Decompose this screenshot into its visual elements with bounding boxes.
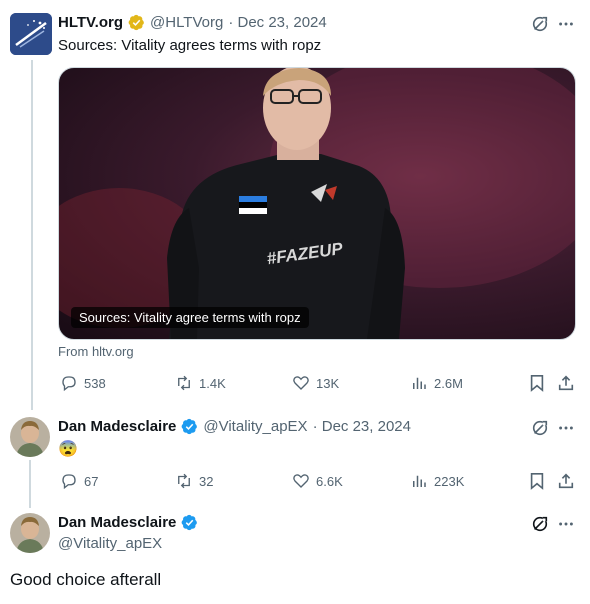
- bookmark-button[interactable]: [527, 471, 547, 491]
- bookmark-icon: [530, 374, 544, 392]
- views-button[interactable]: 223K: [410, 472, 464, 490]
- share-icon: [558, 473, 574, 489]
- dan-avatar[interactable]: [10, 513, 50, 553]
- reply-button[interactable]: 538: [60, 374, 106, 392]
- tweet2-text: 😨: [58, 441, 78, 458]
- like-button[interactable]: 13K: [292, 374, 339, 392]
- like-button[interactable]: 6.6K: [292, 472, 343, 490]
- card-caption: Sources: Vitality agree terms with ropz: [71, 307, 309, 328]
- bookmark-button[interactable]: [527, 373, 547, 393]
- gold-verified-icon: [128, 14, 145, 31]
- more-options-icon[interactable]: [556, 14, 576, 34]
- author-handle[interactable]: @HLTVorg: [150, 14, 223, 31]
- reply-icon: [62, 376, 76, 392]
- grok-icon[interactable]: [530, 418, 550, 438]
- thread-line-2: [29, 460, 31, 508]
- author-name[interactable]: Dan Madesclaire: [58, 514, 176, 531]
- views-icon: [413, 475, 426, 487]
- grok-icon[interactable]: [530, 514, 550, 534]
- tweet-date[interactable]: · Dec 23, 2024: [313, 418, 411, 435]
- author-handle[interactable]: @Vitality_apEX: [203, 418, 307, 435]
- repost-button[interactable]: 32: [175, 472, 213, 490]
- grok-icon[interactable]: [530, 14, 550, 34]
- thread-line: [31, 60, 33, 410]
- card-source[interactable]: From hltv.org: [58, 344, 134, 359]
- tweet1-text: Sources: Vitality agrees terms with ropz: [58, 37, 322, 54]
- repost-count: 32: [199, 473, 214, 489]
- dan-avatar[interactable]: [10, 417, 50, 457]
- heart-icon: [293, 474, 309, 488]
- tweet2-header: Dan Madesclaire @Vitality_apEX · Dec 23,…: [58, 418, 411, 435]
- like-count: 13K: [316, 375, 340, 391]
- tweet3-header: Dan Madesclaire: [58, 514, 198, 531]
- hltv-avatar[interactable]: [10, 13, 52, 55]
- repost-button[interactable]: 1.4K: [175, 374, 226, 392]
- card-image: #FAZEUP: [59, 68, 575, 339]
- author-handle[interactable]: @Vitality_apEX: [58, 535, 162, 552]
- blue-verified-icon: [181, 418, 198, 435]
- blue-verified-icon: [181, 514, 198, 531]
- share-button[interactable]: [556, 471, 576, 491]
- repost-count: 1.4K: [199, 375, 226, 391]
- reply-count: 538: [84, 375, 106, 391]
- views-count: 223K: [434, 473, 465, 489]
- author-name[interactable]: HLTV.org: [58, 14, 123, 31]
- reply-button[interactable]: 67: [60, 472, 98, 490]
- share-button[interactable]: [556, 373, 576, 393]
- tweet-date[interactable]: · Dec 23, 2024: [228, 14, 326, 31]
- views-button[interactable]: 2.6M: [410, 374, 463, 392]
- more-options-icon[interactable]: [556, 514, 576, 534]
- heart-icon: [293, 376, 309, 390]
- views-count: 2.6M: [434, 375, 463, 391]
- tweet1-header: HLTV.org @HLTVorg · Dec 23, 2024: [58, 14, 327, 31]
- share-icon: [558, 375, 574, 391]
- tweet3-text: Good choice afterall: [10, 570, 162, 589]
- like-count: 6.6K: [316, 473, 343, 489]
- link-card[interactable]: #FAZEUP Sources: Vitality agree terms wi…: [58, 67, 576, 340]
- more-options-icon[interactable]: [556, 418, 576, 438]
- reply-count: 67: [84, 473, 99, 489]
- repost-icon: [178, 473, 190, 489]
- reply-icon: [62, 474, 76, 490]
- views-icon: [413, 377, 426, 389]
- bookmark-icon: [530, 472, 544, 490]
- author-name[interactable]: Dan Madesclaire: [58, 418, 176, 435]
- repost-icon: [178, 375, 190, 391]
